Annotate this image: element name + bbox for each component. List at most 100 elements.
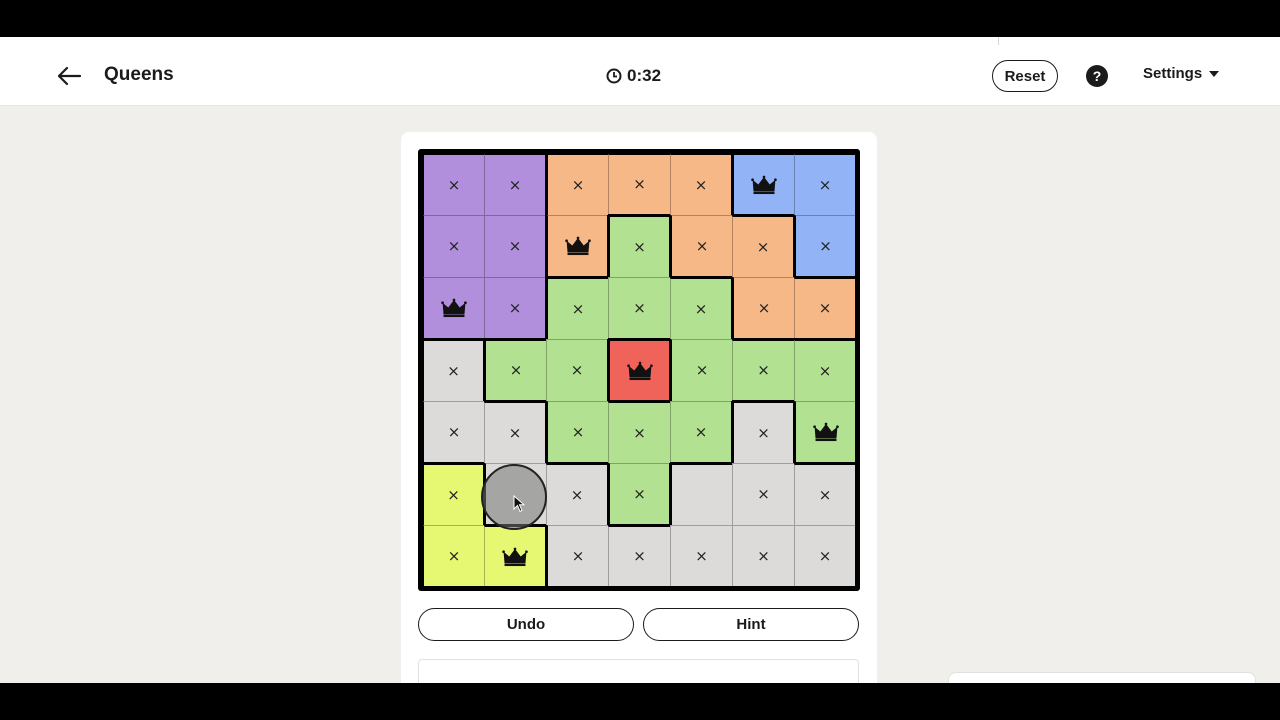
x-mark-icon: × [447, 485, 460, 504]
board-cell-r6-c3[interactable]: × [546, 464, 607, 525]
board-cell-r2-c7[interactable]: × [795, 215, 855, 276]
board-cell-r1-c1[interactable]: × [423, 154, 484, 215]
board-cell-r7-c5[interactable]: × [670, 525, 732, 586]
x-mark-icon: × [757, 423, 770, 442]
game-viewport: Queens 0:32 Reset ? Settings × × × × × × × × × × ×… [0, 37, 1280, 683]
board-cell-r3-c7[interactable]: × [794, 278, 855, 338]
board-cell-r1-c2[interactable]: × [484, 154, 545, 215]
x-mark-icon: × [633, 547, 646, 565]
board-cell-r7-c1[interactable]: × [423, 525, 484, 586]
x-mark-icon: × [757, 298, 771, 317]
board-cell-r4-c3[interactable]: × [546, 339, 607, 401]
x-mark-icon: × [819, 236, 832, 255]
board-cell-r6-c5[interactable] [671, 464, 732, 525]
board-cell-r1-c5[interactable]: × [670, 154, 731, 215]
queen-crown-icon [751, 175, 777, 194]
x-mark-icon: × [695, 546, 708, 565]
x-mark-icon: × [447, 546, 461, 565]
queens-board: × × × × × × × × × × × × × × × × × × × × × × × × × × × × × × × × × × × × × × × ×… [418, 149, 860, 591]
board-cell-r1-c4[interactable]: × [608, 154, 670, 214]
board-cell-r5-c5[interactable]: × [670, 401, 731, 462]
x-mark-icon: × [447, 361, 460, 380]
queen-crown-icon [502, 547, 528, 566]
board-cell-r7-c3[interactable]: × [547, 525, 608, 586]
board-cell-r2-c6[interactable]: × [732, 216, 793, 277]
board-cell-r5-c1[interactable]: × [423, 401, 484, 462]
board-cell-r1-c3[interactable]: × [547, 154, 608, 215]
board-cell-r2-c5[interactable]: × [671, 215, 732, 276]
x-mark-icon: × [757, 361, 770, 379]
queen-crown-icon [441, 298, 467, 318]
board-cell-r4-c7[interactable]: × [794, 340, 855, 401]
board-cell-r5-c3[interactable]: × [547, 401, 608, 462]
board-cell-r4-c4[interactable] [609, 340, 669, 400]
board-cell-r4-c6[interactable]: × [732, 340, 794, 400]
board-cell-r7-c6[interactable]: × [732, 525, 794, 586]
x-mark-icon: × [570, 361, 584, 379]
board-cell-r5-c7[interactable] [795, 401, 855, 462]
x-mark-icon: × [508, 298, 522, 317]
help-icon[interactable]: ? [1086, 65, 1108, 87]
settings-dropdown[interactable]: Settings [1143, 65, 1220, 82]
x-mark-icon: × [509, 361, 523, 379]
x-mark-icon: × [633, 298, 646, 317]
x-mark-icon: × [695, 236, 709, 255]
board-cell-r3-c6[interactable]: × [733, 277, 794, 338]
x-mark-icon: × [571, 546, 585, 565]
hint-button[interactable]: Hint [643, 608, 859, 641]
x-mark-icon: × [571, 299, 585, 318]
undo-button[interactable]: Undo [418, 608, 634, 641]
board-cell-r6-c1[interactable]: × [423, 464, 483, 525]
queen-crown-icon [564, 236, 591, 256]
x-mark-icon: × [633, 237, 646, 256]
board-cell-r2-c2[interactable]: × [484, 215, 545, 277]
x-mark-icon: × [818, 546, 832, 565]
reset-button[interactable]: Reset [992, 60, 1058, 92]
settings-label: Settings [1143, 65, 1203, 82]
board-cell-r1-c7[interactable]: × [794, 154, 855, 215]
x-mark-icon: × [633, 175, 646, 193]
board-cell-r6-c7[interactable]: × [794, 464, 855, 525]
board-cell-r4-c1[interactable]: × [423, 340, 483, 401]
board-cell-r7-c2[interactable] [484, 526, 545, 586]
board-cell-r2-c4[interactable]: × [609, 216, 669, 277]
board-cell-r3-c1[interactable] [423, 277, 484, 338]
x-mark-icon: × [571, 422, 585, 441]
board-cell-r4-c5[interactable]: × [671, 339, 732, 401]
board-cell-r4-c2[interactable]: × [485, 340, 546, 400]
board-cell-r6-c2[interactable] [485, 463, 546, 524]
board-cell-r5-c4[interactable]: × [608, 402, 670, 463]
back-arrow-icon[interactable] [56, 63, 82, 89]
board-cell-r3-c4[interactable]: × [608, 277, 670, 338]
board-cell-r2-c3[interactable] [547, 215, 607, 276]
clock-icon [606, 68, 622, 84]
board-cell-r3-c2[interactable]: × [484, 277, 545, 338]
board-cell-r6-c4[interactable]: × [609, 463, 669, 524]
board-cell-r3-c3[interactable]: × [547, 278, 608, 339]
queen-crown-icon [626, 361, 653, 380]
x-mark-icon: × [508, 423, 522, 442]
board-cell-r1-c6[interactable] [733, 154, 794, 214]
board-cell-r7-c7[interactable]: × [794, 525, 855, 586]
x-mark-icon: × [694, 422, 708, 441]
board-cell-r2-c1[interactable]: × [423, 215, 484, 277]
x-mark-icon: × [757, 485, 770, 503]
board-cell-r6-c6[interactable]: × [732, 463, 794, 525]
game-header: Queens 0:32 Reset ? Settings [0, 45, 1280, 106]
x-mark-icon: × [818, 361, 832, 380]
board-cell-r5-c6[interactable]: × [733, 402, 793, 463]
board-cell-r7-c4[interactable]: × [608, 526, 670, 586]
x-mark-icon: × [818, 299, 832, 317]
x-mark-icon: × [695, 361, 709, 379]
page-title: Queens [104, 64, 174, 85]
queen-crown-icon [812, 422, 839, 442]
x-mark-icon: × [508, 237, 522, 255]
x-mark-icon: × [570, 485, 584, 504]
board-cell-r3-c5[interactable]: × [670, 278, 731, 339]
x-mark-icon: × [447, 237, 461, 255]
x-mark-icon: × [508, 175, 522, 194]
x-mark-icon: × [571, 175, 585, 194]
board-cell-r5-c2[interactable]: × [484, 402, 545, 463]
x-mark-icon: × [818, 175, 832, 194]
top-strip-divider [998, 37, 999, 45]
